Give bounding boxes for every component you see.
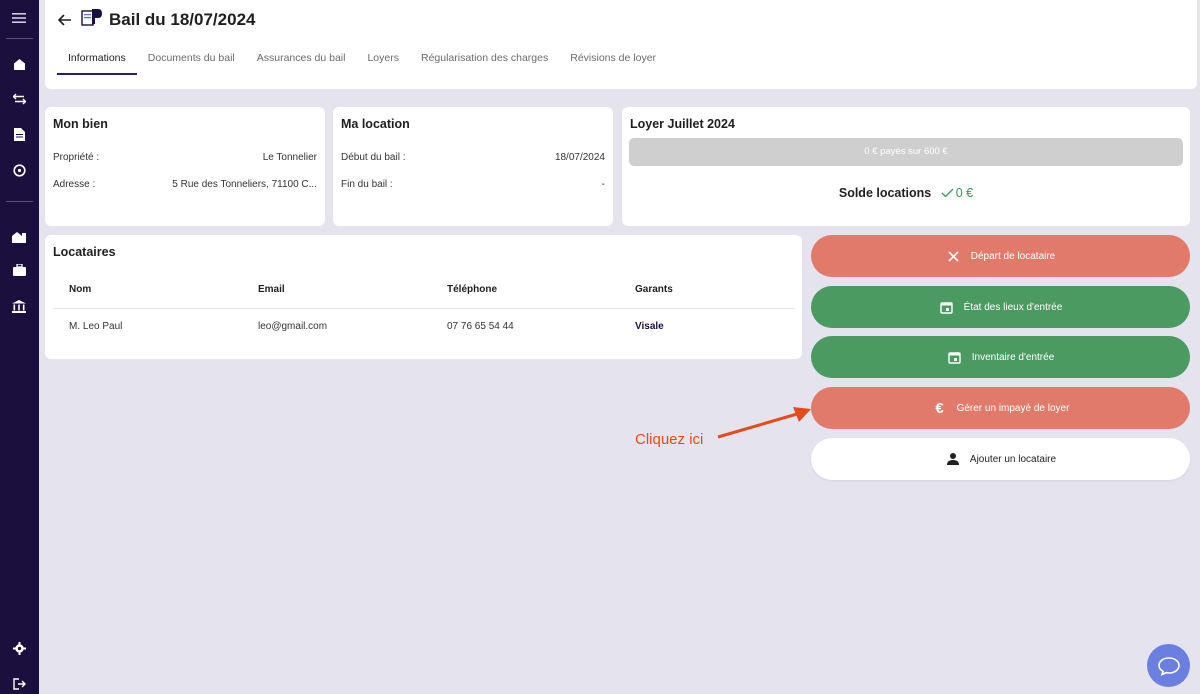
card-title: Loyer Juillet 2024 bbox=[630, 117, 735, 131]
sidebar-divider bbox=[6, 38, 33, 39]
mon-bien-card: Mon bien Propriété : Le Tonnelier Adress… bbox=[45, 107, 325, 226]
propriete-value: Le Tonnelier bbox=[262, 152, 317, 163]
home-icon[interactable] bbox=[9, 54, 29, 74]
cell-email: leo@gmail.com bbox=[258, 321, 328, 332]
tab-documents-du-bail[interactable]: Documents du bail bbox=[137, 48, 246, 76]
locataires-card: Locataires Nom Email Téléphone Garants M… bbox=[45, 235, 802, 359]
back-arrow-icon[interactable] bbox=[55, 10, 75, 30]
tab-informations[interactable]: Informations bbox=[57, 48, 137, 76]
debut-bail-label: Début du bail : bbox=[341, 152, 406, 163]
table-divider bbox=[53, 308, 795, 309]
calendar-icon bbox=[939, 299, 955, 315]
briefcase-icon[interactable] bbox=[9, 260, 29, 280]
tab-assurances-du-bail[interactable]: Assurances du bail bbox=[246, 48, 357, 76]
debut-bail-value: 18/07/2024 bbox=[554, 152, 605, 163]
fin-bail-value: - bbox=[601, 179, 605, 190]
loyer-card: Loyer Juillet 2024 0 € payés sur 600 € S… bbox=[622, 107, 1190, 226]
adresse-label: Adresse : bbox=[53, 179, 96, 190]
gerer-impaye-button[interactable]: € Gérer un impayé de loyer bbox=[811, 387, 1190, 429]
chat-button[interactable] bbox=[1147, 644, 1190, 687]
annotation-arrow-icon bbox=[717, 407, 811, 439]
button-label: Départ de locataire bbox=[970, 250, 1056, 262]
clock-icon[interactable] bbox=[9, 160, 29, 180]
button-label: État des lieux d'entrée bbox=[963, 301, 1063, 313]
tab-regularisation-des-charges[interactable]: Régularisation des charges bbox=[410, 48, 559, 76]
tab-revisions-de-loyer[interactable]: Révisions de loyer bbox=[559, 48, 667, 76]
menu-icon[interactable] bbox=[9, 8, 29, 28]
swap-icon[interactable] bbox=[9, 89, 29, 109]
card-title: Mon bien bbox=[53, 117, 108, 131]
solde-label: Solde locations bbox=[838, 186, 932, 200]
settings-icon[interactable] bbox=[9, 638, 29, 658]
tab-loyers[interactable]: Loyers bbox=[356, 48, 410, 76]
euro-icon: € bbox=[935, 399, 944, 417]
page-header: Bail du 18/07/2024 Informations Document… bbox=[45, 0, 1197, 89]
card-title: Ma location bbox=[341, 117, 410, 131]
chat-bubble-icon bbox=[1157, 656, 1180, 676]
payment-progress-text: 0 € payés sur 600 € bbox=[864, 146, 948, 157]
button-label: Ajouter un locataire bbox=[969, 453, 1057, 465]
column-header-garants: Garants bbox=[635, 284, 673, 295]
column-header-nom: Nom bbox=[69, 284, 92, 295]
annotation-text: Cliquez ici bbox=[635, 431, 704, 448]
column-header-telephone: Téléphone bbox=[447, 284, 498, 295]
page-title: Bail du 18/07/2024 bbox=[109, 10, 256, 29]
sidebar bbox=[0, 0, 39, 694]
bank-icon[interactable] bbox=[9, 296, 29, 316]
solde-amount: 0 € bbox=[955, 186, 974, 200]
cell-nom: M. Leo Paul bbox=[69, 321, 123, 332]
etat-des-lieux-button[interactable]: État des lieux d'entrée bbox=[811, 286, 1190, 328]
close-icon bbox=[946, 248, 962, 264]
solde-value: 0 € bbox=[941, 186, 973, 200]
column-header-email: Email bbox=[258, 284, 285, 295]
calendar-icon bbox=[947, 349, 963, 365]
fin-bail-label: Fin du bail : bbox=[341, 179, 393, 190]
tabs: Informations Documents du bail Assurance… bbox=[57, 48, 667, 76]
propriete-label: Propriété : bbox=[53, 152, 100, 163]
app-logo-icon bbox=[81, 8, 103, 30]
check-icon bbox=[941, 188, 954, 198]
card-title: Locataires bbox=[53, 245, 116, 259]
cell-telephone: 07 76 65 54 44 bbox=[447, 321, 514, 332]
button-label: Gérer un impayé de loyer bbox=[956, 402, 1070, 414]
payment-progress-bar: 0 € payés sur 600 € bbox=[629, 138, 1183, 166]
sidebar-divider bbox=[6, 201, 33, 202]
person-icon bbox=[945, 451, 961, 467]
ma-location-card: Ma location Début du bail : 18/07/2024 F… bbox=[333, 107, 613, 226]
logout-icon[interactable] bbox=[9, 674, 29, 694]
adresse-value: 5 Rue des Tonneliers, 71100 C... bbox=[172, 179, 317, 190]
button-label: Inventaire d'entrée bbox=[971, 351, 1055, 363]
depart-locataire-button[interactable]: Départ de locataire bbox=[811, 235, 1190, 277]
inventaire-entree-button[interactable]: Inventaire d'entrée bbox=[811, 336, 1190, 378]
cell-garants-link[interactable]: Visale bbox=[635, 321, 664, 332]
solde-locations: Solde locations 0 € bbox=[622, 186, 1190, 200]
document-icon[interactable] bbox=[9, 124, 29, 144]
buildings-icon[interactable] bbox=[9, 226, 29, 246]
ajouter-locataire-button[interactable]: Ajouter un locataire bbox=[811, 438, 1190, 480]
